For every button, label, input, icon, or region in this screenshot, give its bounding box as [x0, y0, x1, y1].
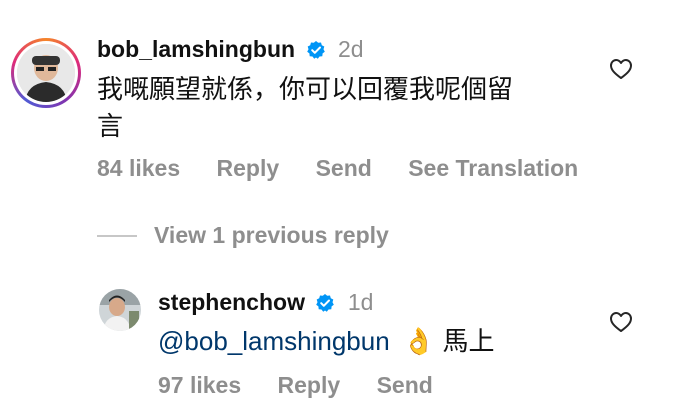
avatar-image [17, 44, 75, 102]
avatar[interactable] [17, 44, 75, 102]
reply-header: stephenchow 1d [158, 289, 373, 318]
reply-avatar[interactable] [99, 289, 141, 331]
reply-actions: 97 likes Reply Send [158, 372, 463, 399]
comment-time: 2d [337, 36, 364, 62]
comment-text: 我嘅願望就係，你可以回覆我呢個留 言 [97, 71, 513, 145]
reply-username[interactable]: stephenchow [158, 289, 305, 315]
reply-time: 1d [347, 289, 374, 315]
comment-text-line: 言 [97, 111, 124, 141]
reply-likes-count[interactable]: 97 likes [158, 372, 241, 398]
comment-text-line: 我嘅願望就係，你可以回覆我呢個留 [97, 74, 514, 104]
story-ring[interactable] [11, 38, 81, 108]
mention-link[interactable]: @bob_lamshingbun [158, 326, 390, 356]
reply-text: @bob_lamshingbun 👌 馬上 [158, 323, 495, 360]
verified-badge-icon [306, 40, 326, 65]
like-heart-icon[interactable] [609, 58, 633, 85]
ok-hand-emoji: 👌 [402, 326, 436, 356]
reply-avatar-image [99, 289, 141, 331]
likes-count[interactable]: 84 likes [97, 155, 180, 181]
reply-reply-button[interactable]: Reply [278, 372, 341, 398]
comment-username[interactable]: bob_lamshingbun [97, 36, 295, 62]
comment-header: bob_lamshingbun 2d [97, 36, 364, 65]
verified-badge-icon [315, 293, 335, 318]
reply-send-button[interactable]: Send [377, 372, 433, 398]
divider-line [97, 234, 137, 237]
view-replies-label: View 1 previous reply [154, 222, 389, 248]
view-previous-replies[interactable]: View 1 previous reply [97, 222, 389, 249]
send-button[interactable]: Send [316, 155, 372, 181]
see-translation-button[interactable]: See Translation [408, 155, 578, 181]
reply-like-heart-icon[interactable] [609, 311, 633, 338]
comment-actions: 84 likes Reply Send See Translation [97, 155, 608, 182]
reply-message: 馬上 [442, 326, 495, 356]
reply-button[interactable]: Reply [217, 155, 280, 181]
